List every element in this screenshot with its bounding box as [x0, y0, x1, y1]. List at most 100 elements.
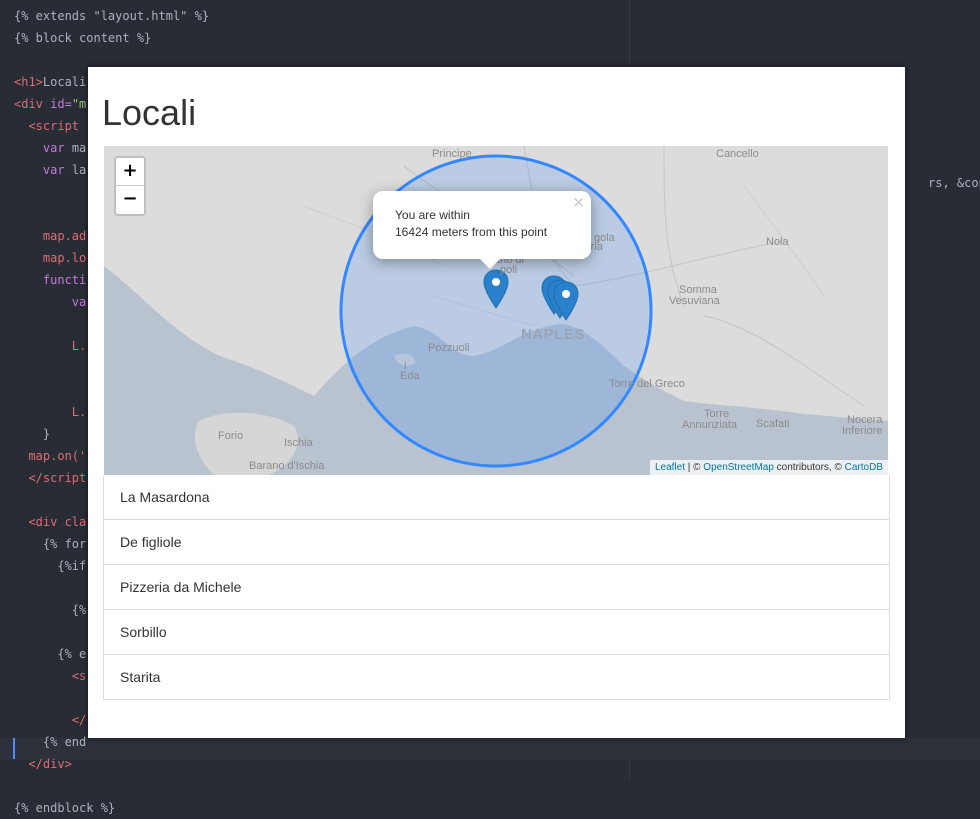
list-item[interactable]: Pizzeria da Michele: [104, 564, 889, 609]
map-popup: × You are within 16424 meters from this …: [373, 191, 591, 259]
zoom-control: + −: [114, 156, 146, 216]
code-line: {% endblock %}: [14, 797, 115, 819]
code-line: </script: [14, 467, 86, 489]
code-line: functi: [14, 269, 86, 291]
code-line: {% block content %}: [14, 27, 151, 49]
code-line: {% for: [14, 533, 86, 555]
code-token: <s: [14, 669, 87, 683]
list-item[interactable]: Starita: [104, 654, 889, 699]
code-token: }: [14, 427, 51, 441]
map-label: Ischia: [284, 437, 313, 449]
popup-tip: [480, 259, 500, 269]
code-token: </div>: [14, 757, 72, 771]
list-item[interactable]: La Masardona: [104, 475, 889, 519]
text-cursor: [13, 738, 15, 759]
map-label: Principe: [432, 148, 472, 160]
code-line: {% e: [14, 643, 86, 665]
map-label: Inferiore: [842, 425, 883, 437]
leaflet-link[interactable]: Leaflet: [655, 462, 685, 473]
code-token: Locali: [42, 75, 87, 89]
code-token: {%if: [14, 559, 87, 573]
attribution-text: contributors, ©: [773, 462, 845, 473]
code-line: va: [14, 291, 86, 313]
code-token: {% e: [14, 647, 87, 661]
map-label: Eda: [400, 370, 420, 382]
code-line: </: [14, 709, 86, 731]
code-token: "m: [71, 97, 87, 111]
popup-content: You are within 16424 meters from this po…: [395, 207, 547, 241]
restaurant-list: La Masardona De figliole Pizzeria da Mic…: [103, 475, 890, 700]
code-token: map.ad: [14, 229, 87, 243]
code-token: {% for: [14, 537, 87, 551]
map-label: Scafati: [756, 418, 790, 430]
map[interactable]: Principe Cancello Nola Somma Vesuviana P…: [104, 146, 888, 475]
attribution-text: | ©: [684, 462, 704, 473]
code-line: L.: [14, 335, 86, 357]
code-token: id=: [50, 97, 72, 111]
page-title: Locali: [102, 92, 197, 133]
code-token: var: [42, 163, 65, 177]
code-token: {% end: [14, 735, 87, 749]
map-label: Nola: [766, 236, 789, 248]
code-line: {%if: [14, 555, 86, 577]
code-line: var la: [14, 159, 86, 181]
code-line: {% extends "layout.html" %}: [14, 5, 209, 27]
code-token: L.: [14, 339, 87, 353]
code-token: va: [14, 295, 87, 309]
code-token: <div cla: [14, 515, 87, 529]
map-label: Vesuviana: [669, 295, 720, 307]
code-line: map.ad: [14, 225, 86, 247]
map-label-city: NAPLES: [521, 326, 585, 343]
map-label: Pozzuoli: [428, 342, 470, 354]
code-token: map.on(': [14, 449, 87, 463]
map-label: poli: [500, 264, 518, 276]
zoom-in-button[interactable]: +: [116, 158, 144, 186]
code-token: <h1>: [14, 75, 43, 89]
code-line: var ma: [14, 137, 86, 159]
preview-window: Locali Principe Cancello Nola Somma Vesu…: [88, 67, 905, 738]
code-token: var: [42, 141, 65, 155]
code-token: {% block content %}: [14, 31, 152, 45]
code-line: <h1>Locali: [14, 71, 86, 93]
code-token: L.: [14, 405, 87, 419]
popup-line: You are within: [395, 208, 470, 222]
osm-link[interactable]: OpenStreetMap: [703, 462, 774, 473]
popup-line: 16424 meters from this point: [395, 225, 548, 239]
map-label: Forio: [218, 430, 244, 442]
code-token: <div: [14, 97, 51, 111]
zoom-out-button[interactable]: −: [116, 186, 144, 214]
map-label: gola: [594, 232, 615, 244]
code-line: {% end: [14, 731, 86, 753]
code-token: functi: [14, 273, 87, 287]
code-line: }: [14, 423, 50, 445]
code-line: map.lo: [14, 247, 86, 269]
map-attribution: Leaflet | © OpenStreetMap contributors, …: [649, 460, 888, 475]
cartodb-link[interactable]: CartoDB: [845, 462, 883, 473]
map-label: Annunziata: [682, 419, 738, 431]
code-token: </script: [14, 471, 87, 485]
map-label: Barano d'Ischia: [249, 460, 325, 472]
code-token: <script: [14, 119, 80, 133]
code-token: </: [14, 713, 87, 727]
code-overflow-text: rs, &copy;: [928, 176, 980, 190]
code-token: map.lo: [14, 251, 87, 265]
code-line: <s: [14, 665, 86, 687]
code-token: la: [64, 163, 87, 177]
map-label: Cancello: [716, 148, 759, 160]
map-label: Torre del Greco: [609, 378, 685, 390]
code-line: <div cla: [14, 511, 86, 533]
code-line: </div>: [14, 753, 72, 775]
code-token: ma: [64, 141, 87, 155]
popup-close-button[interactable]: ×: [572, 193, 585, 211]
code-token: {% endblock %}: [14, 801, 116, 815]
code-line: {%: [14, 599, 86, 621]
list-item[interactable]: De figliole: [104, 519, 889, 564]
code-line: <div id="m: [14, 93, 86, 115]
code-token: {% extends "layout.html" %}: [14, 9, 210, 23]
list-item[interactable]: Sorbillo: [104, 609, 889, 654]
code-line: L.: [14, 401, 86, 423]
code-line: map.on(': [14, 445, 86, 467]
code-line: <script: [14, 115, 79, 137]
